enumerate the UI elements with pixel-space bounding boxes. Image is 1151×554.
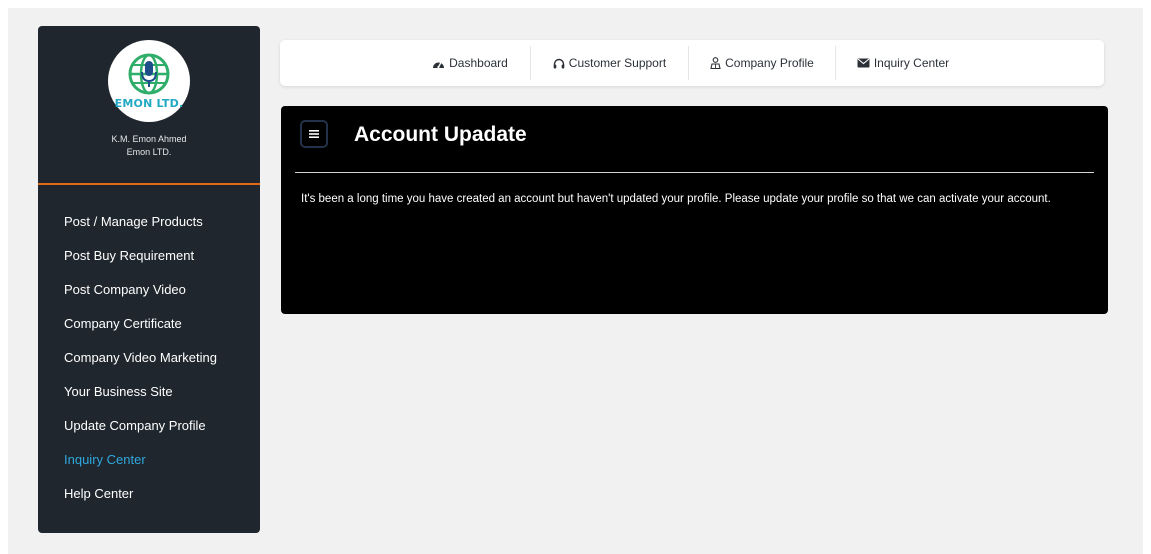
page-background: EMON LTD. K.M. Emon Ahmed Emon LTD. Post…	[8, 8, 1143, 554]
globe-microphone-icon	[128, 53, 170, 95]
sidebar-menu: Post / Manage Products Post Buy Requirem…	[64, 213, 217, 519]
nav-customer-support[interactable]: Customer Support	[531, 40, 688, 86]
logo-text: EMON LTD.	[114, 97, 184, 110]
nav-inquiry-center-label: Inquiry Center	[873, 56, 950, 70]
nav-company-profile[interactable]: Company Profile	[689, 40, 835, 86]
sidebar-item-help-center[interactable]: Help Center	[64, 485, 217, 519]
sidebar-item-post-company-video[interactable]: Post Company Video	[64, 281, 217, 315]
nav-dashboard[interactable]: Dashboard	[410, 40, 530, 86]
top-navigation: Dashboard Customer Support Company Profi…	[280, 40, 1104, 86]
company-logo: EMON LTD.	[108, 40, 190, 122]
dashboard-icon	[432, 58, 445, 69]
user-icon	[710, 57, 721, 69]
account-update-message: It's been a long time you have created a…	[301, 193, 1051, 205]
account-update-card: Account Upadate It's been a long time yo…	[281, 106, 1108, 314]
sidebar-item-update-company-profile[interactable]: Update Company Profile	[64, 417, 217, 451]
company-name: Emon LTD.	[126, 147, 172, 157]
nav-customer-support-label: Customer Support	[568, 56, 667, 70]
sidebar-divider	[38, 183, 260, 185]
menu-toggle-button[interactable]	[300, 120, 328, 148]
hamburger-icon	[309, 130, 319, 138]
envelope-icon	[857, 58, 870, 68]
sidebar-item-company-certificate[interactable]: Company Certificate	[64, 315, 217, 349]
sidebar-item-company-video-marketing[interactable]: Company Video Marketing	[64, 349, 217, 383]
page-title: Account Upadate	[354, 123, 527, 146]
nav-inquiry-center[interactable]: Inquiry Center	[836, 40, 970, 86]
sidebar-item-post-buy-requirement[interactable]: Post Buy Requirement	[64, 247, 217, 281]
headphones-icon	[553, 58, 565, 69]
card-divider	[295, 172, 1094, 173]
user-name: K.M. Emon Ahmed	[111, 134, 187, 144]
nav-company-profile-label: Company Profile	[725, 56, 814, 70]
sidebar-item-post-manage-products[interactable]: Post / Manage Products	[64, 213, 217, 247]
sidebar-item-inquiry-center[interactable]: Inquiry Center	[64, 451, 217, 485]
sidebar: EMON LTD. K.M. Emon Ahmed Emon LTD. Post…	[38, 26, 260, 533]
nav-dashboard-label: Dashboard	[449, 56, 508, 70]
sidebar-item-your-business-site[interactable]: Your Business Site	[64, 383, 217, 417]
